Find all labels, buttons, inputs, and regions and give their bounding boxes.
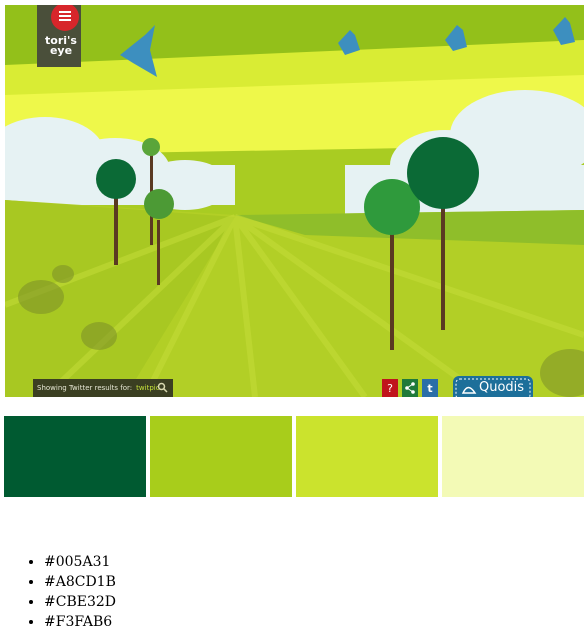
hex-item: #A8CD1B	[44, 572, 116, 592]
twitter-search-bar[interactable]: Showing Twitter results for: twitpic	[33, 379, 173, 397]
swatch-1	[4, 416, 146, 497]
tori-eye-logo[interactable]: tori's eye	[35, 5, 83, 69]
hex-item: #CBE32D	[44, 592, 116, 612]
hex-item: #005A31	[44, 552, 116, 572]
search-icon[interactable]	[157, 382, 168, 393]
hex-item: #F3FAB6	[44, 612, 116, 632]
palette-swatches	[4, 416, 584, 497]
share-button[interactable]	[402, 379, 418, 397]
svg-text:t: t	[427, 382, 432, 395]
help-button[interactable]: ?	[382, 379, 398, 397]
landscape-scene	[5, 5, 584, 397]
twitter-button[interactable]: t	[422, 379, 438, 397]
svg-text:?: ?	[387, 382, 393, 395]
swatch-2	[150, 416, 292, 497]
hex-list: #005A31 #A8CD1B #CBE32D #F3FAB6	[24, 552, 116, 632]
quodis-badge[interactable]: Quodis	[453, 376, 533, 397]
logo-text: tori's eye	[45, 34, 77, 57]
swatch-4	[442, 416, 584, 497]
twitter-icon: t	[422, 379, 438, 397]
question-icon: ?	[382, 379, 398, 397]
swatch-3	[296, 416, 438, 497]
twitter-search-label: Showing Twitter results for:	[37, 384, 133, 392]
hero-illustration: tori's eye Showing Twitter results for: …	[5, 5, 584, 397]
share-icon	[402, 379, 418, 397]
sponsor-name: Quodis	[479, 380, 525, 395]
